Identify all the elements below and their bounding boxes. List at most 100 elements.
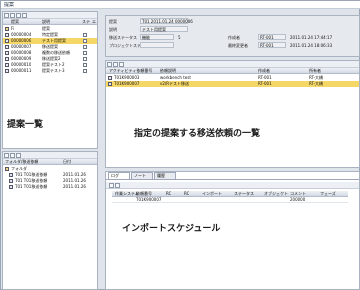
proposal-icon (5, 51, 9, 55)
proposal-icon (5, 39, 9, 43)
proposal-detail-pane: 提案 T01 2011.01.24 0000006 説明 テスト用提案 移送ステ… (105, 15, 360, 57)
proposal-toolbar (3, 12, 97, 19)
col-date: 日付 (63, 159, 71, 164)
new-proposal-icon[interactable] (16, 13, 21, 18)
request-list-pane: アクティビティ依頼番号 依頼説明 作成者 所有者 T01K900003 workb… (105, 60, 360, 168)
schedule-filter-icon[interactable] (115, 183, 120, 188)
label-transport-status: 移送ステータス (109, 35, 137, 40)
proposal-id: Fi (11, 26, 15, 31)
tab-0[interactable]: ログ (108, 172, 130, 179)
request-number: T01K900003 (114, 75, 140, 80)
proposal-id: 00000006 (11, 38, 32, 43)
status-checkbox[interactable] (83, 39, 87, 43)
col-s-2: RC (166, 191, 172, 196)
collapse-icon[interactable] (10, 153, 15, 158)
proposal-id: 00000009 (11, 56, 32, 61)
col-s-7: コメント (290, 191, 306, 196)
expand-icon[interactable] (4, 153, 9, 158)
field-proposal[interactable]: T01 2011.01.24 0000006 (140, 18, 193, 24)
request-owner: RT-大橋 (309, 81, 324, 86)
proposal-id: 00000007 (11, 44, 32, 49)
proposal-desc: 移送提案2 (42, 56, 61, 61)
delete-icon[interactable] (22, 13, 27, 18)
value-created-date: 2011.01.24 17:44:17 (290, 35, 333, 40)
status-checkbox[interactable] (83, 45, 87, 49)
tab-1[interactable]: ノート (131, 172, 153, 179)
schedule-number: T01K900007 (136, 197, 162, 202)
field-created-by: RT-001 (258, 34, 286, 40)
folder-date: 2011.01.26 (63, 172, 86, 177)
field-changed-by: RT-001 (258, 42, 286, 48)
folder-id: フォルダ (11, 166, 27, 171)
proposal-id: 00000004 (11, 32, 32, 37)
request-folder-pane: フォルダ/移送依頼 日付 フォルダ T01 T01移送依頼 2011.01.26 T0… (2, 151, 98, 290)
col-s-3: RC (184, 191, 190, 196)
folder-date: 2011.01.26 (63, 184, 86, 189)
list-item[interactable]: T01 T01移送依頼 2011.01.26 (3, 184, 97, 190)
label-desc: 説明 (109, 27, 117, 32)
col-req-desc: 依頼説明 (160, 68, 176, 73)
import-schedule-pane: ログ ノート 履歴 作業システム 依頼番号 RC RC インポート ステータス オブ… (105, 171, 360, 290)
remove-request-icon[interactable] (113, 62, 118, 67)
tab-body: 作業システム 依頼番号 RC RC インポート ステータス オブジェクト コメン… (106, 179, 359, 289)
status-checkbox[interactable] (83, 57, 87, 61)
status-checkbox[interactable] (83, 51, 87, 55)
col-s-5: ステータス (234, 191, 254, 196)
value-transport-status: 機能 (142, 35, 150, 40)
status-checkbox[interactable] (83, 69, 87, 73)
col-req-owner: 所有者 (309, 68, 321, 73)
add-request-icon[interactable] (107, 62, 112, 67)
field-transport-status[interactable]: 機能 (140, 34, 174, 40)
filter-icon[interactable] (10, 13, 15, 18)
list-item[interactable]: 00000011 提案テスト3 (3, 68, 97, 74)
request-toolbar (106, 61, 359, 68)
proposal-desc: 特定提案 (42, 32, 58, 37)
schedule-row[interactable]: T01K900007 200000 (112, 197, 348, 203)
refresh-folder-icon[interactable] (16, 153, 21, 158)
proposal-icon (5, 33, 9, 37)
proposal-desc: 提案テスト2 (42, 62, 65, 67)
window-title: 提案 (4, 2, 15, 8)
schedule-status: 200000 (290, 197, 306, 202)
request-icon (9, 185, 13, 189)
request-creator: RT-001 (258, 75, 272, 80)
label-changed-by: 最終変更者 (228, 43, 248, 48)
value-desc: テスト用提案 (142, 27, 166, 32)
col-s-4: インポート (202, 191, 222, 196)
status-checkbox[interactable] (83, 63, 87, 67)
proposal-desc: 複数の移送依頼 (42, 50, 70, 55)
proposal-id: 00000008 (11, 50, 32, 55)
field-desc[interactable]: テスト用提案 (140, 26, 188, 32)
col-desc: 説明 (42, 19, 50, 24)
col-req-number: アクティビティ依頼番号 (109, 68, 153, 73)
value-changed-date: 2011.01.24 18:06:33 (290, 43, 333, 48)
table-row[interactable]: T01K900007 v2/Rテスト移送 RT-001 RT-大橋 (106, 81, 359, 87)
proposal-desc: 提案テスト3 (42, 68, 65, 73)
folder-id: T01 T01移送依頼 (15, 172, 48, 177)
folder-id: T01 T01移送依頼 (15, 184, 48, 189)
folder-header: フォルダ/移送依頼 日付 (3, 159, 97, 165)
request-icon (9, 173, 13, 177)
status-checkbox[interactable] (83, 33, 87, 37)
schedule-refresh-icon[interactable] (109, 183, 114, 188)
request-number: T01K900007 (114, 81, 140, 86)
proposal-list-pane: 提案 説明 ステ エ Fi 提案 00000004 特定提案 00000006 テスト用提… (2, 11, 98, 149)
field-project-status[interactable] (140, 42, 174, 48)
proposal-desc: 提案 (42, 26, 50, 31)
proposal-id: 00000010 (11, 62, 32, 67)
refresh-icon[interactable] (4, 13, 9, 18)
value-created-by: RT-001 (260, 35, 274, 40)
title-bar: 提案 (1, 1, 360, 9)
col-folder: フォルダ/移送依頼 (5, 159, 39, 164)
tab-2[interactable]: 履歴 (154, 172, 176, 179)
proposal-desc: 移送提案 (42, 44, 58, 49)
request-icon (108, 76, 112, 80)
value-proposal: T01 2011.01.24 0000006 (142, 19, 193, 24)
col-req-creator: 作成者 (258, 68, 270, 73)
request-desc: v2/Rテスト移送 (160, 81, 190, 86)
detail-icon[interactable] (119, 62, 124, 67)
col-proposal: 提案 (11, 19, 19, 24)
label-created-by: 作成者 (228, 35, 240, 40)
main-window: 提案 提案 説明 ステ エ Fi 提案 00000004 特定提案 00000006 テス… (0, 0, 360, 290)
request-creator: RT-001 (258, 81, 272, 86)
